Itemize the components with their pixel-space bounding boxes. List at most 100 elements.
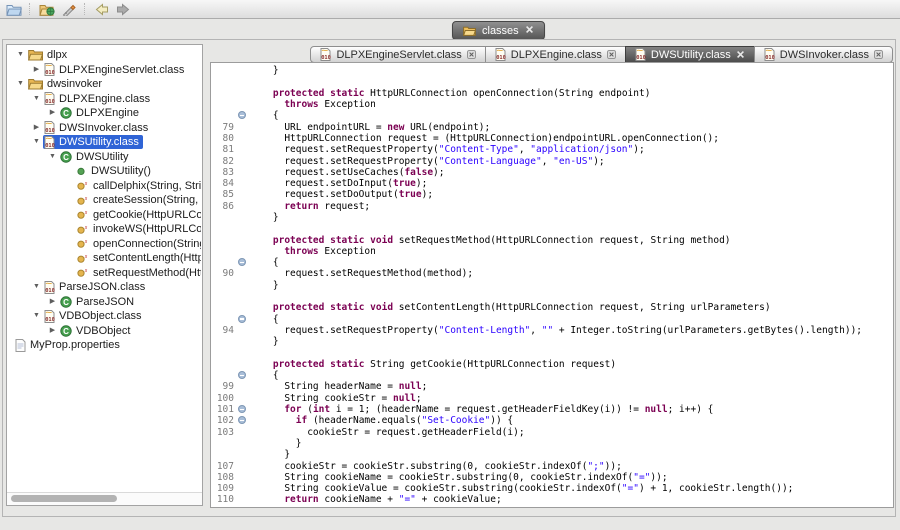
expander-closed-icon[interactable]: ▶ — [46, 324, 59, 338]
fold-column-empty — [237, 347, 250, 358]
tree-item[interactable]: ▶CVDBObject — [8, 324, 201, 339]
tree-item[interactable]: sopenConnection(String) — [8, 237, 201, 252]
tree-item[interactable]: DWSUtility() — [8, 164, 201, 179]
expander-open-icon[interactable]: ▼ — [30, 135, 43, 149]
editor-tab[interactable]: 010DWSUtility.class — [625, 46, 755, 63]
line-number: 86 — [213, 201, 237, 212]
class-icon: C — [60, 325, 72, 337]
expander-closed-icon[interactable]: ▶ — [30, 121, 43, 135]
expander-open-icon[interactable]: ▼ — [14, 77, 27, 91]
package-explorer: ▼dlpx▶010DLPXEngineServlet.class▼dwsinvo… — [6, 44, 203, 506]
fold-collapse-icon[interactable] — [238, 111, 246, 119]
code-area: } protected static HttpURLConnection ope… — [213, 65, 893, 507]
code-line: 107 cookieStr = cookieStr.substring(0, c… — [213, 460, 893, 471]
code-line: 90 request.setRequestMethod(method); — [213, 268, 893, 279]
close-tab-icon[interactable] — [525, 25, 534, 37]
tree-item-label: DWSUtility — [76, 151, 129, 163]
classfile-icon: 010 — [44, 92, 55, 105]
tree-item[interactable]: ▼dlpx — [8, 48, 201, 63]
expander-closed-icon[interactable]: ▶ — [46, 106, 59, 120]
code-text: } — [250, 336, 279, 347]
tree-item[interactable]: scallDelphix(String, Strin — [8, 179, 201, 194]
code-line: 101 for (int i = 1; (headerName = reques… — [213, 404, 893, 415]
svg-text:010: 010 — [322, 55, 332, 61]
close-tab-icon[interactable] — [607, 50, 616, 59]
fold-collapse-icon[interactable] — [238, 258, 246, 266]
line-number: 79 — [213, 122, 237, 133]
tree-item[interactable]: ssetRequestMethod(Http — [8, 266, 201, 281]
tree-horizontal-scrollbar[interactable] — [7, 492, 202, 505]
expander-closed-icon[interactable]: ▶ — [46, 295, 59, 309]
line-number: 101 — [213, 404, 237, 415]
scrollbar-thumb[interactable] — [11, 495, 117, 502]
tree-item[interactable]: ▼010VDBObject.class — [8, 309, 201, 324]
code-line — [213, 291, 893, 302]
expander-open-icon[interactable]: ▼ — [30, 92, 43, 106]
tree-item[interactable]: ▶010DLPXEngineServlet.class — [8, 63, 201, 78]
tree-item-body: dwsinvoker — [27, 77, 106, 91]
code-line: { — [213, 314, 893, 325]
code-text: request.setRequestMethod(method); — [250, 268, 473, 279]
tree-item-body: ssetContentLength(Http — [75, 251, 201, 265]
svg-text:s: s — [85, 196, 88, 202]
code-text: } — [250, 280, 279, 291]
tree-item[interactable]: ▼ dwsinvoker — [8, 77, 201, 92]
tree-item-body: 010ParseJSON.class — [43, 280, 149, 294]
back-icon[interactable] — [93, 2, 110, 17]
expander-open-icon[interactable]: ▼ — [14, 48, 27, 62]
tree-item[interactable]: ▶CParseJSON — [8, 295, 201, 310]
tree-item-label: setRequestMethod(Http — [93, 267, 201, 279]
decompile-icon[interactable] — [60, 2, 77, 17]
open-archive-icon[interactable] — [38, 2, 55, 17]
open-folder-icon[interactable] — [5, 2, 22, 17]
editor-tab[interactable]: 010DWSInvoker.class — [754, 46, 893, 63]
code-text: protected static void setRequestMethod(H… — [250, 235, 731, 246]
code-text: String cookieName = cookieStr.substring(… — [250, 472, 668, 483]
code-line: 80 HttpURLConnection request = (HttpURLC… — [213, 133, 893, 144]
class-icon: C — [60, 151, 72, 163]
tree-item[interactable]: ▼010DLPXEngine.class — [8, 92, 201, 107]
tree-item[interactable]: ▼010DWSUtility.class — [8, 135, 201, 150]
close-tab-icon[interactable] — [736, 50, 745, 59]
close-tab-icon[interactable] — [874, 50, 883, 59]
code-text: protected static void setContentLength(H… — [250, 302, 771, 313]
expander-open-icon[interactable]: ▼ — [46, 150, 59, 164]
fold-column-empty — [237, 65, 250, 76]
code-text: request.setRequestProperty("Content-Lang… — [250, 156, 605, 167]
classfile-icon: 010 — [320, 48, 331, 61]
svg-text:C: C — [63, 153, 69, 162]
code-editor[interactable]: } protected static HttpURLConnection ope… — [210, 62, 894, 508]
fold-collapse-icon[interactable] — [238, 405, 246, 413]
close-tab-icon[interactable] — [467, 50, 476, 59]
tree-item[interactable]: ▶010DWSInvoker.class — [8, 121, 201, 136]
expander-open-icon[interactable]: ▼ — [30, 280, 43, 294]
fold-column-empty — [237, 121, 250, 132]
fold-column-empty — [237, 438, 250, 449]
line-number: 103 — [213, 427, 237, 438]
editor-tab[interactable]: 010DLPXEngine.class — [485, 46, 626, 63]
fold-collapse-icon[interactable] — [238, 315, 246, 323]
tree-item[interactable]: s createSession(String, St — [8, 193, 201, 208]
expander-open-icon[interactable]: ▼ — [30, 309, 43, 323]
tree-item[interactable]: ▶CDLPXEngine — [8, 106, 201, 121]
expander-closed-icon[interactable]: ▶ — [30, 63, 43, 77]
forward-icon[interactable] — [115, 2, 132, 17]
tree-item[interactable]: ▼010ParseJSON.class — [8, 280, 201, 295]
editor-tab[interactable]: 010DLPXEngineServlet.class — [310, 46, 485, 63]
properties-icon — [15, 339, 26, 352]
tree-item[interactable]: sinvokeWS(HttpURLConn — [8, 222, 201, 237]
tab-classes[interactable]: classes — [452, 21, 545, 40]
tree-item[interactable]: sgetCookie(HttpURLCon — [8, 208, 201, 223]
tree-item[interactable]: ▼ C DWSUtility — [8, 150, 201, 165]
tree-item-body: s createSession(String, St — [75, 193, 201, 207]
tree-item[interactable]: ssetContentLength(Http — [8, 251, 201, 266]
code-line: } — [213, 65, 893, 76]
tree-item-label: createSession(String, St — [93, 194, 201, 206]
tree-item-label: dwsinvoker — [47, 78, 102, 90]
toolbar-separator — [84, 3, 86, 15]
tree-item[interactable]: MyProp.properties — [8, 338, 201, 353]
tree-item-body: scallDelphix(String, Strin — [75, 179, 201, 193]
line-number: 110 — [213, 494, 237, 505]
fold-collapse-icon[interactable] — [238, 371, 246, 379]
fold-collapse-icon[interactable] — [238, 416, 246, 424]
